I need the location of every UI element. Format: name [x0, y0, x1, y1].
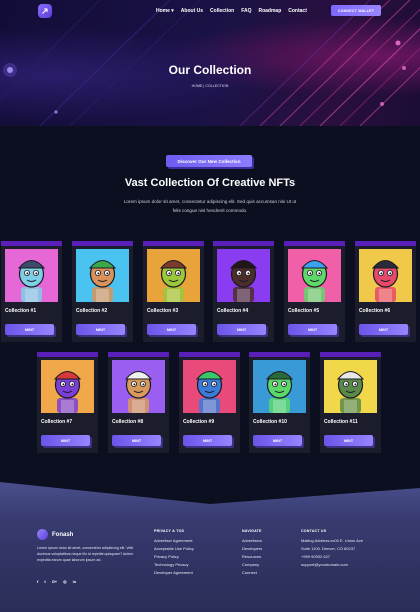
nav-home[interactable]: Home ▾ — [156, 8, 174, 14]
arrow-up-right-icon — [42, 8, 48, 14]
footer-link[interactable]: Advertisers — [242, 537, 262, 545]
nft-artwork-image[interactable] — [112, 360, 165, 413]
nft-artwork-image[interactable] — [76, 249, 129, 302]
collection-card-title: Collection #3 — [147, 308, 179, 314]
footer-link[interactable]: Company — [242, 561, 262, 569]
nav-menu: Home ▾ About Us Collection FAQ Roadmap C… — [156, 8, 314, 14]
collection-card[interactable]: Collection #5 MINT — [284, 241, 345, 342]
collection-card[interactable]: Collection #2 MINT — [72, 241, 133, 342]
footer-column-contact: CONTACT US Mailing Address:xx00 E. Union… — [301, 529, 363, 569]
collection-card[interactable]: Collection #8 MINT — [108, 352, 169, 453]
nft-artwork-image[interactable] — [253, 360, 306, 413]
footer-link[interactable]: Acceptable Use Policy — [154, 545, 194, 553]
collection-card-title: Collection #9 — [183, 419, 215, 425]
linkedin-icon[interactable]: in — [73, 579, 77, 584]
footer-column-navigate: NAVIGATE Advertisers Developers Resource… — [242, 529, 262, 577]
footer-link[interactable]: Advertiser Agreement — [154, 537, 194, 545]
footer-link[interactable]: Developer Agreement — [154, 569, 194, 577]
mint-button[interactable]: MINT — [253, 435, 302, 446]
collection-card-title: Collection #6 — [359, 308, 391, 314]
section-description: Lorem ipsum dolor sit amet, consectetur … — [123, 199, 297, 213]
footer-link[interactable]: Technology Privacy — [154, 561, 194, 569]
page-title: Our Collection — [168, 63, 252, 77]
contact-address-line: Mailing Address:xx00 E. Union Ave — [301, 538, 363, 543]
collection-card[interactable]: Collection #1 MINT — [1, 241, 62, 342]
hero-banner: Home ▾ About Us Collection FAQ Roadmap C… — [0, 0, 420, 126]
collection-card-title: Collection #11 — [324, 419, 358, 425]
instagram-icon[interactable]: ◎ — [63, 579, 67, 584]
footer-brand-name: Fonash — [52, 531, 74, 538]
collection-card[interactable]: Collection #6 MINT — [355, 241, 416, 342]
nav-faq[interactable]: FAQ — [241, 8, 251, 14]
twitter-icon[interactable]: t — [44, 579, 45, 584]
mint-button[interactable]: MINT — [359, 324, 408, 335]
top-navigation: Home ▾ About Us Collection FAQ Roadmap C… — [0, 0, 420, 22]
footer-link[interactable]: Resources — [242, 553, 262, 561]
collection-card-title: Collection #7 — [41, 419, 73, 425]
collection-card-title: Collection #2 — [76, 308, 108, 314]
collection-card[interactable]: Collection #4 MINT — [213, 241, 274, 342]
nft-artwork-image[interactable] — [147, 249, 200, 302]
connect-wallet-button[interactable]: CONNECT WALLET — [331, 5, 381, 16]
nft-artwork-image[interactable] — [5, 249, 58, 302]
collection-card-title: Collection #10 — [253, 419, 287, 425]
footer-divider-shape — [0, 482, 420, 504]
mint-button[interactable]: MINT — [183, 435, 232, 446]
contact-address-line: Suite 1100. Denver, CO 80237 — [301, 546, 356, 551]
section-title: Vast Collection Of Creative NFTs — [124, 177, 296, 189]
site-logo[interactable] — [38, 4, 52, 18]
nft-artwork-image[interactable] — [324, 360, 377, 413]
nav-collection[interactable]: Collection — [210, 8, 234, 14]
footer: Fonash Lorem ipsum dolor sit amet, conse… — [0, 482, 420, 612]
collection-card[interactable]: Collection #7 MINT — [37, 352, 98, 453]
nft-artwork-image[interactable] — [359, 249, 412, 302]
social-links: f t G+ ◎ in — [37, 579, 76, 584]
collection-card[interactable]: Collection #11 MINT — [320, 352, 381, 453]
footer-link[interactable]: Developers — [242, 545, 262, 553]
mint-button[interactable]: MINT — [112, 435, 161, 446]
collection-card[interactable]: Collection #10 MINT — [249, 352, 310, 453]
footer-heading-navigate: NAVIGATE — [242, 529, 262, 533]
nft-artwork-image[interactable] — [41, 360, 94, 413]
footer-link[interactable]: Connect — [242, 569, 262, 577]
mint-button[interactable]: MINT — [147, 324, 196, 335]
nft-artwork-image[interactable] — [288, 249, 341, 302]
footer-heading-contact: CONTACT US — [301, 529, 327, 533]
footer-heading-privacy: PRIVACY & TOS — [154, 529, 185, 533]
mint-button[interactable]: MINT — [76, 324, 125, 335]
mint-button[interactable]: MINT — [41, 435, 90, 446]
contact-email[interactable]: support@yourdomain.com — [301, 561, 363, 569]
footer-logo-icon — [37, 529, 48, 540]
footer-link[interactable]: Privacy Policy — [154, 553, 194, 561]
discover-collection-button[interactable]: Discover Our New Collection — [166, 155, 252, 167]
breadcrumb: HOME | COLLECTION — [191, 84, 229, 88]
facebook-icon[interactable]: f — [37, 579, 38, 584]
mint-button[interactable]: MINT — [217, 324, 266, 335]
footer-logo[interactable]: Fonash — [37, 529, 73, 540]
google-plus-icon[interactable]: G+ — [52, 579, 57, 584]
contact-phone[interactable]: +999 90932 627 — [301, 553, 363, 561]
collection-card[interactable]: Collection #9 MINT — [179, 352, 240, 453]
collection-card-title: Collection #5 — [288, 308, 320, 314]
footer-column-privacy: PRIVACY & TOS Advertiser Agreement Accep… — [154, 529, 194, 577]
collection-card-title: Collection #8 — [112, 419, 144, 425]
mint-button[interactable]: MINT — [5, 324, 54, 335]
nft-artwork-image[interactable] — [183, 360, 236, 413]
mint-button[interactable]: MINT — [288, 324, 337, 335]
mint-button[interactable]: MINT — [324, 435, 373, 446]
nav-roadmap[interactable]: Roadmap — [258, 8, 281, 14]
nav-contact[interactable]: Contact — [288, 8, 307, 14]
collection-card-title: Collection #1 — [5, 308, 37, 314]
nft-artwork-image[interactable] — [217, 249, 270, 302]
collection-card[interactable]: Collection #3 MINT — [143, 241, 204, 342]
nav-about-us[interactable]: About Us — [181, 8, 203, 14]
collection-card-title: Collection #4 — [217, 308, 249, 314]
footer-about-text: Lorem ipsum dolor sit amet, consectetur … — [37, 546, 134, 562]
